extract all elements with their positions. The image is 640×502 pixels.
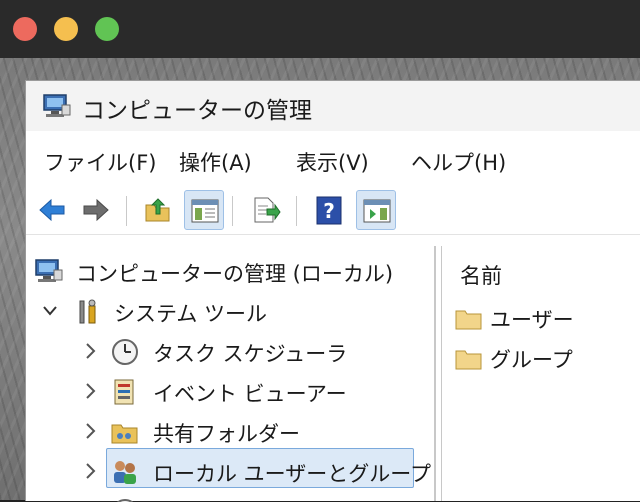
chevron-right-icon[interactable]: [81, 338, 99, 364]
tree-item-label: コンピューターの管理 (ローカル): [76, 262, 394, 286]
clock-icon: [112, 339, 138, 365]
svg-text:?: ?: [323, 199, 335, 223]
shared-folder-icon: [111, 424, 138, 444]
tree-item-label: イベント ビューアー: [153, 382, 347, 406]
up-folder-icon: [145, 198, 170, 222]
tree-item-system-tools[interactable]: システム ツール: [26, 294, 434, 330]
close-window-button[interactable]: [13, 17, 37, 41]
tree-item-label: システム ツール: [114, 302, 268, 326]
tree-item-local-users-groups[interactable]: ローカル ユーザーとグループ: [26, 454, 434, 490]
toolbar-separator: [232, 196, 233, 226]
list-item-label: グループ: [490, 348, 573, 372]
show-hide-console-tree-button[interactable]: [184, 190, 224, 230]
menu-bar: ファイル(F) 操作(A) 表示(V) ヘルプ(H): [26, 143, 640, 183]
help-icon: ?: [316, 196, 342, 225]
toolbar: ?: [26, 186, 640, 235]
tree-item-label: タスク スケジューラ: [153, 342, 348, 366]
chevron-right-icon[interactable]: [81, 458, 99, 484]
list-item-groups[interactable]: グループ: [454, 342, 639, 374]
folder-icon: [455, 310, 482, 330]
show-action-pane-icon: [363, 199, 391, 223]
list-item-label: ユーザー: [490, 308, 574, 332]
users-icon: [114, 461, 136, 484]
tree-item-label: ローカル ユーザーとグループ: [153, 462, 431, 486]
forward-arrow-icon: [83, 198, 109, 222]
toolbar-separator: [296, 196, 297, 226]
help-button[interactable]: ?: [309, 190, 349, 230]
mac-title-bar: [0, 0, 640, 58]
back-arrow-icon: [39, 198, 65, 222]
computer-management-icon: [43, 94, 71, 117]
computer-management-icon: [35, 259, 63, 282]
minimize-window-button[interactable]: [54, 17, 78, 41]
menu-help[interactable]: ヘルプ(H): [411, 147, 506, 177]
zoom-window-button[interactable]: [95, 17, 119, 41]
export-list-icon: [254, 197, 281, 223]
system-tools-icon: [79, 299, 96, 324]
forward-button[interactable]: [76, 190, 116, 230]
window-title: コンピューターの管理: [82, 98, 312, 124]
performance-icon: [116, 499, 134, 502]
computer-management-window: コンピューターの管理 ファイル(F) 操作(A) 表示(V) ヘルプ(H) ? …: [25, 80, 640, 502]
tree-item-partial: [26, 494, 434, 502]
show-hide-console-tree-icon: [191, 199, 219, 223]
window-titlebar: コンピューターの管理: [26, 81, 640, 131]
column-header-name[interactable]: 名前: [460, 260, 502, 290]
menu-view[interactable]: 表示(V): [296, 147, 369, 177]
tree-item-shared-folders[interactable]: 共有フォルダー: [26, 414, 434, 450]
results-pane: 名前 ユーザー グループ: [441, 246, 640, 501]
chevron-down-icon[interactable]: [41, 298, 59, 324]
console-tree-pane: コンピューターの管理 (ローカル) システム ツール タスク スケジューラ イベ…: [26, 246, 436, 502]
show-hide-action-pane-button[interactable]: [356, 190, 396, 230]
up-one-level-button[interactable]: [138, 190, 178, 230]
menu-file[interactable]: ファイル(F): [44, 147, 156, 177]
event-viewer-icon: [114, 379, 134, 405]
tree-item-task-scheduler[interactable]: タスク スケジューラ: [26, 334, 434, 370]
folder-icon: [455, 350, 482, 370]
tree-item-event-viewer[interactable]: イベント ビューアー: [26, 374, 434, 410]
chevron-right-icon[interactable]: [81, 418, 99, 444]
chevron-right-icon[interactable]: [81, 378, 99, 404]
export-list-button[interactable]: [246, 190, 286, 230]
toolbar-separator: [126, 196, 127, 226]
tree-item-root[interactable]: コンピューターの管理 (ローカル): [26, 254, 434, 290]
list-item-users[interactable]: ユーザー: [454, 302, 639, 334]
tree-item-label: 共有フォルダー: [153, 422, 300, 446]
menu-action[interactable]: 操作(A): [179, 147, 252, 177]
back-button[interactable]: [32, 190, 72, 230]
